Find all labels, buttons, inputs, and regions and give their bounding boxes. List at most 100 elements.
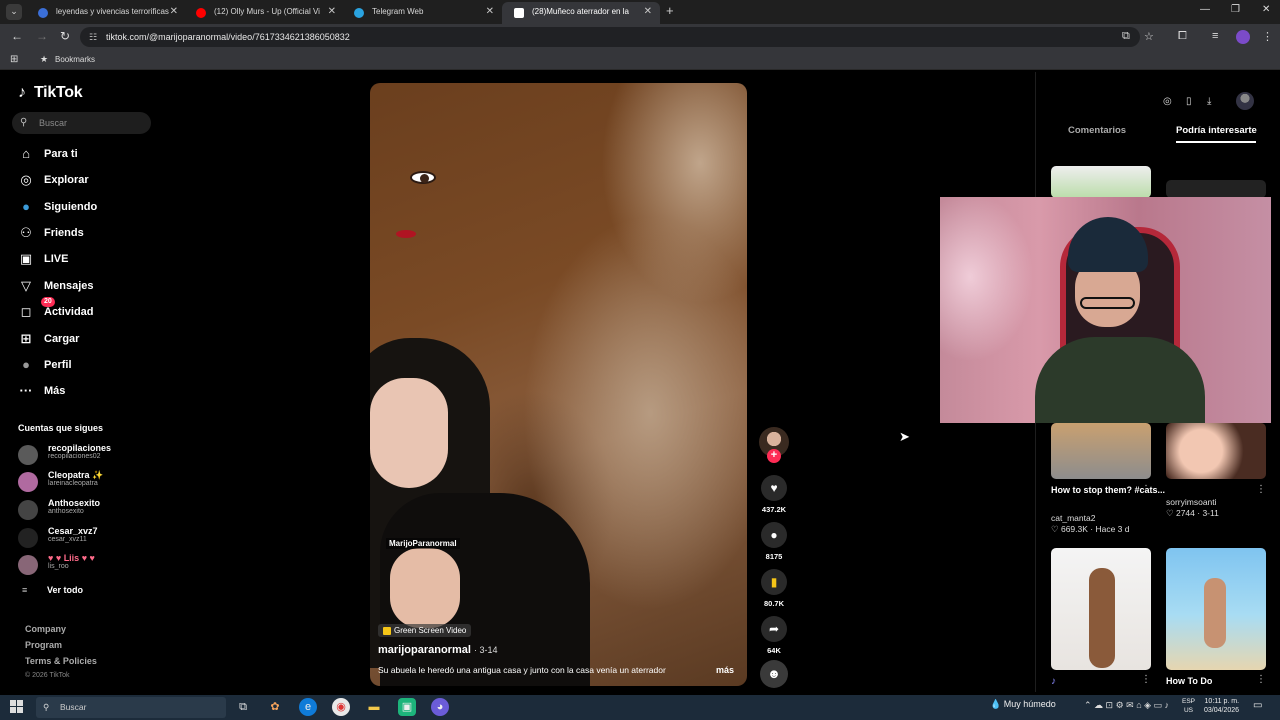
nav-item-para-ti[interactable]: ⌂ Para ti [17,144,147,164]
close-tab-icon[interactable]: ✕ [328,2,336,22]
recommended-stats: ♡ 2744 · 3-11 [1166,508,1219,518]
footer-link-company[interactable]: Company [25,624,66,634]
task-view-icon[interactable]: ⧉ [234,698,252,716]
more-options-icon[interactable]: ⋮ [1141,674,1151,685]
more-options-icon[interactable]: ⋮ [1141,484,1151,495]
nav-item-live[interactable]: ▣ LIVE [17,249,147,269]
close-tab-icon[interactable]: ✕ [170,2,178,22]
menu-icon[interactable]: ⋮ [1262,30,1273,43]
video-thumbnail[interactable] [1166,548,1266,670]
more-options-icon[interactable]: ⋮ [1256,484,1266,495]
sound-disc-icon[interactable]: ☻ [760,660,788,688]
nav-item-perfil[interactable]: ● Perfil [17,355,147,375]
video-thumbnail[interactable] [1051,548,1151,670]
system-tray[interactable]: ⌃ ☁ ⊡ ⚙ ✉ ⌂ ◈ ▭ ♪ [1084,700,1169,711]
tab-comments[interactable]: Comentarios [1068,125,1126,136]
user-avatar[interactable] [1236,92,1254,110]
site-info-icon[interactable]: ☷ [89,27,97,47]
taskbar-search[interactable]: ⚲ Buscar [36,697,226,718]
like-action[interactable]: ♥ 437.2K [760,475,788,514]
minimize-icon[interactable]: — [1200,4,1210,15]
nav-item-friends[interactable]: ⚇ Friends [17,223,147,243]
video-thumbnail[interactable] [1166,423,1266,479]
webcam-glasses [1080,297,1135,309]
more-options-icon[interactable]: ⋮ [1256,674,1266,685]
follow-plus-icon[interactable]: + [767,449,781,463]
language-indicator[interactable]: ESP US [1182,697,1195,715]
bookmark-star-icon[interactable]: ☆ [1144,30,1154,43]
close-tab-icon[interactable]: ✕ [644,2,652,22]
copilot-icon[interactable]: ✿ [266,698,284,716]
compass-icon[interactable]: ◎ [1163,96,1172,107]
effect-tag[interactable]: Green Screen Video [378,624,472,637]
apps-grid-icon[interactable]: ⊞ [10,54,18,65]
search-input[interactable]: ⚲ Buscar [12,112,151,134]
followed-account[interactable]: Cleopatra ✨ lareinacleopatra [18,470,153,494]
new-tab-icon[interactable]: + [666,3,674,18]
nav-item-cargar[interactable]: ⊞ Cargar [17,329,147,349]
download-icon[interactable]: ⤓ [1207,96,1211,107]
app-icon[interactable]: ▣ [398,698,416,716]
heart-icon[interactable]: ♥ [761,475,787,501]
edge-icon[interactable]: e [299,698,317,716]
followed-account[interactable]: ♥ ♥ Liis ♥ ♥ lis_roo [18,553,153,577]
back-icon[interactable]: ← [11,29,23,43]
footer-link-terms[interactable]: Terms & Policies [25,656,97,666]
video-thumbnail[interactable] [1051,166,1151,198]
weather-widget[interactable]: 💧 Muy húmedo [990,699,1056,710]
extensions-icon[interactable]: ⧠ [1178,30,1187,43]
footer-link-program[interactable]: Program [25,640,62,650]
recommended-author[interactable]: cat_manta2 [1051,513,1095,523]
profile-avatar[interactable] [1236,30,1250,44]
video-lips [396,230,416,238]
recommended-author[interactable]: sorryimsoanti [1166,497,1217,507]
recommended-title[interactable]: How To Do [1166,676,1212,686]
nav-item-actividad[interactable]: ◻ 20 Actividad [17,297,147,322]
tiktok-logo[interactable]: ♪ TikTok [18,84,83,102]
phone-icon[interactable]: ▯ [1186,96,1192,107]
video-author[interactable]: marijoparanormal · 3-14 [378,644,498,656]
account-name: ♥ ♥ Liis ♥ ♥ [48,553,95,563]
discord-icon[interactable]: ◕ [431,698,449,716]
video-player[interactable]: MarijoParanormal Green Screen Video mari… [370,83,747,686]
nav-item-mas[interactable]: ··· Más [17,381,147,401]
browser-tab-2[interactable]: (12) Olly Murs - Up (Official Vi ✕ [184,2,344,24]
caption-more-button[interactable]: más [716,665,734,675]
video-thumbnail[interactable] [1166,180,1266,198]
install-app-icon[interactable]: ⧉ [1122,30,1130,43]
forward-icon[interactable]: → [36,29,48,43]
url-bar[interactable]: ☷ tiktok.com/@marijoparanormal/video/761… [80,27,1140,47]
reload-icon[interactable]: ↻ [60,29,70,43]
followed-account[interactable]: recopilaciones recopilaciones02 [18,443,153,467]
nav-item-explorar[interactable]: ◎ Explorar [17,170,147,190]
save-action[interactable]: ▮ 80.7K [760,569,788,608]
notifications-icon[interactable]: ▭ [1253,700,1262,711]
close-tab-icon[interactable]: ✕ [486,2,494,22]
see-all-link[interactable]: ≡ Ver todo [18,585,83,595]
windows-start-icon[interactable] [10,700,24,714]
close-window-icon[interactable]: ✕ [1262,4,1270,15]
system-clock[interactable]: 10:11 p. m. 03/04/2026 [1204,697,1239,715]
bookmarks-label[interactable]: Bookmarks [55,55,95,64]
share-icon[interactable]: ➦ [761,616,787,642]
followed-account[interactable]: Cesar_xvz7 cesar_xvz11 [18,526,153,550]
nav-item-siguiendo[interactable]: ● Siguiendo [17,197,147,217]
bookmark-icon[interactable]: ▮ [761,569,787,595]
tab-recommended[interactable]: Podría interesarte [1176,125,1262,136]
file-explorer-icon[interactable]: ▬ [365,698,383,716]
upload-icon: ⊞ [20,331,32,346]
media-controls-icon[interactable]: ≡ [1212,30,1218,42]
browser-tab-4[interactable]: (28)Muñeco aterrador en la ✕ [502,2,660,24]
browser-tab-1[interactable]: leyendas y vivencias terrorificas ✕ [26,2,186,24]
tab-search-button[interactable]: ⌄ [6,4,22,20]
account-name: recopilaciones [48,443,112,453]
comment-action[interactable]: ● 8175 [760,522,788,561]
browser-tab-3[interactable]: Telegram Web ✕ [342,2,502,24]
followed-account[interactable]: Anthosexito anthosexito [18,498,153,522]
chrome-icon[interactable]: ◉ [332,698,350,716]
share-action[interactable]: ➦ 64K [760,616,788,655]
comment-icon[interactable]: ● [761,522,787,548]
maximize-icon[interactable]: ❐ [1231,4,1240,15]
nav-item-mensajes[interactable]: ▽ Mensajes [17,276,147,296]
video-thumbnail[interactable] [1051,423,1151,479]
